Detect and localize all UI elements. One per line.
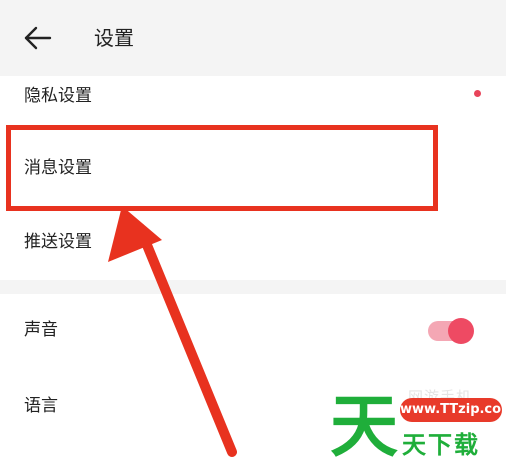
settings-screen: 设置 隐私设置 消息设置 推送设置 声音 语言 网游手机 天 www.TTzip… bbox=[0, 0, 506, 469]
arrow-left-icon bbox=[24, 26, 52, 50]
watermark-logo-char: 天 bbox=[330, 388, 399, 467]
settings-item-push[interactable]: 推送设置 bbox=[0, 208, 506, 278]
header-bar: 设置 bbox=[0, 0, 506, 76]
section-divider bbox=[0, 280, 506, 294]
highlight-box bbox=[6, 125, 438, 211]
watermark-site-name: 天下载 bbox=[402, 431, 480, 459]
settings-item-label: 推送设置 bbox=[24, 232, 92, 252]
toggle-knob bbox=[448, 318, 474, 344]
watermark-url: www.TTzip.com bbox=[400, 398, 506, 422]
settings-item-label: 声音 bbox=[24, 320, 58, 340]
notification-dot bbox=[474, 90, 481, 97]
page-title: 设置 bbox=[94, 26, 134, 50]
settings-item-label: 语言 bbox=[24, 396, 58, 416]
back-button[interactable] bbox=[18, 20, 58, 56]
sound-toggle[interactable] bbox=[428, 318, 474, 344]
settings-item-label: 隐私设置 bbox=[24, 86, 92, 106]
